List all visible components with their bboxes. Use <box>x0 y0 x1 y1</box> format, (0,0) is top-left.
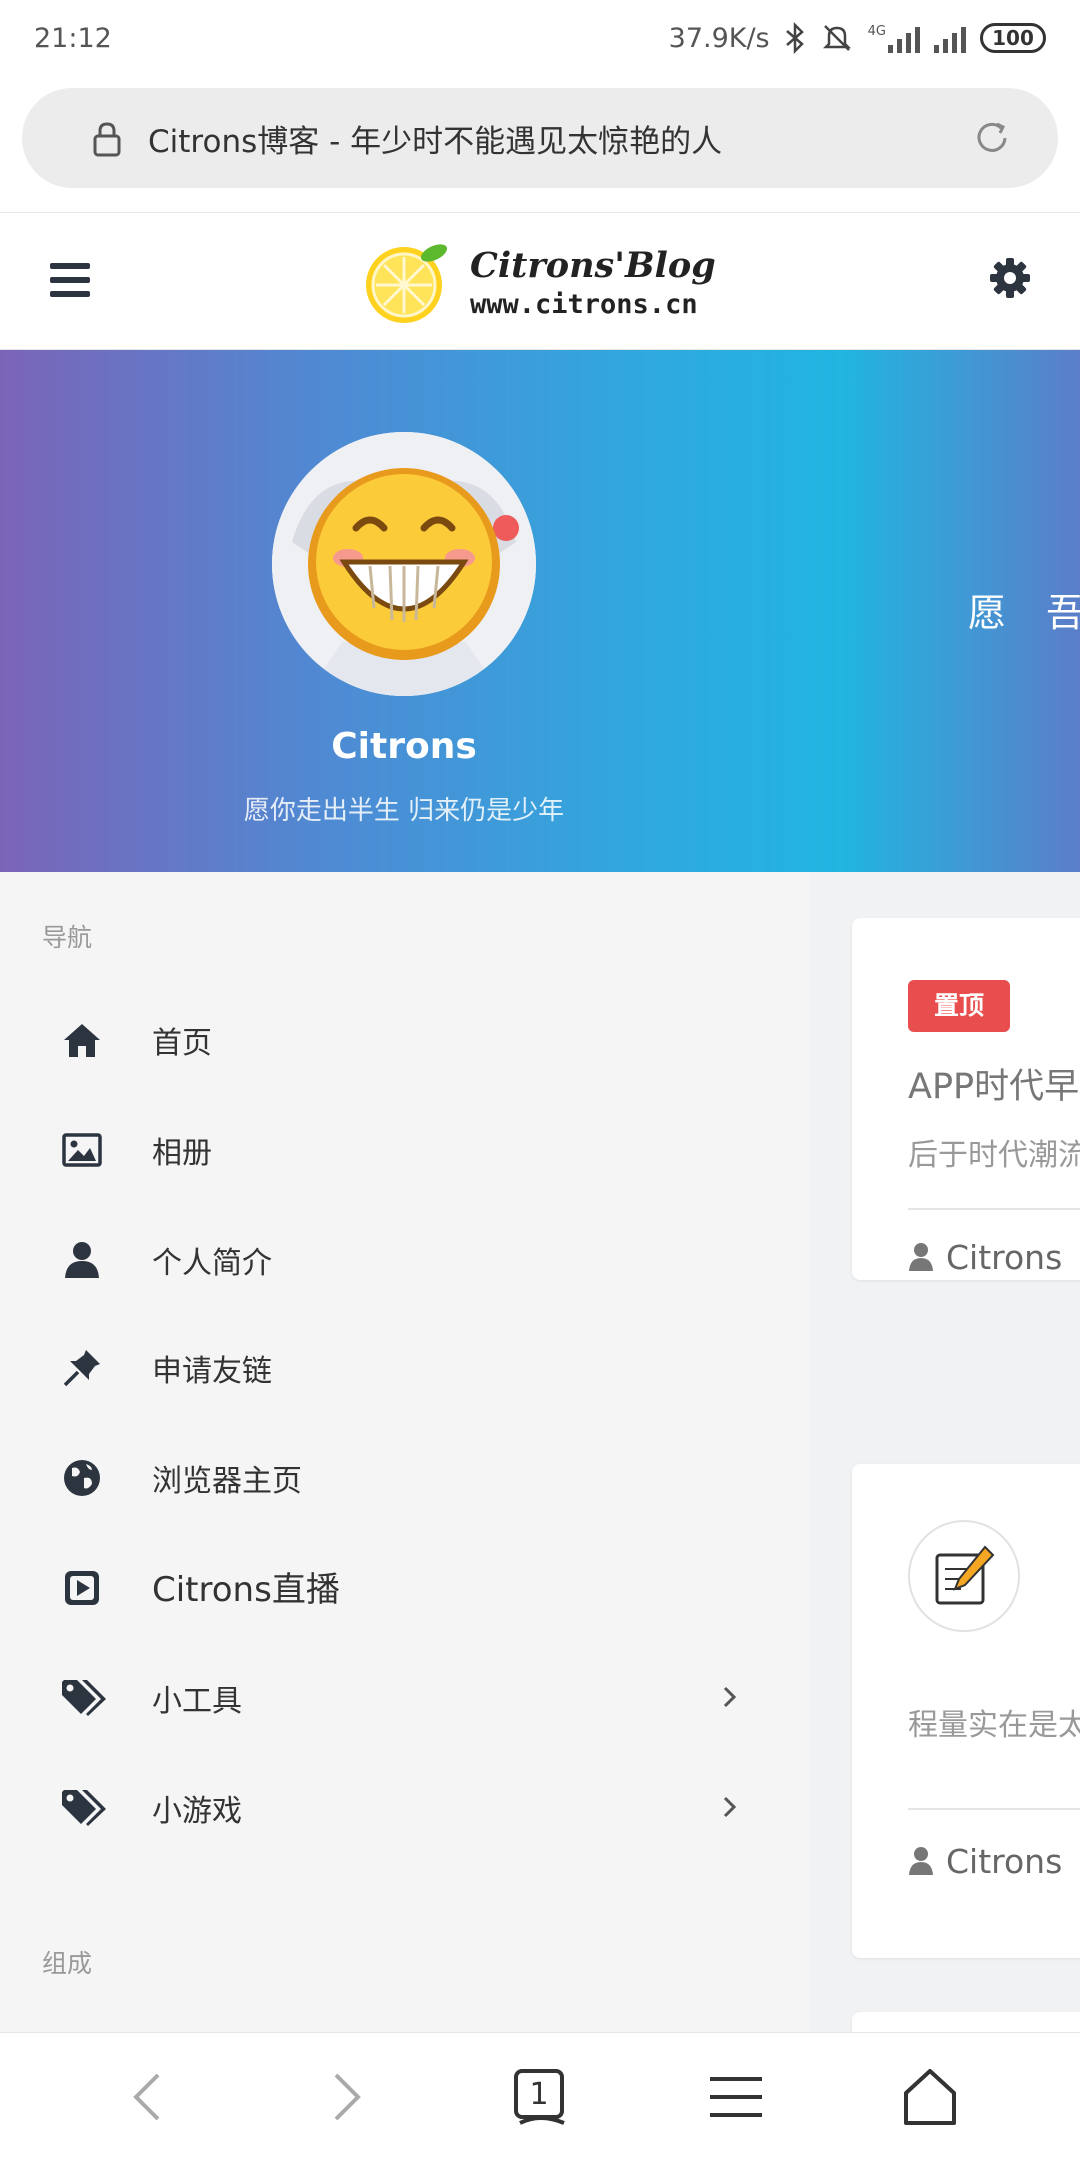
image-icon <box>62 1133 102 1167</box>
forward-icon[interactable] <box>314 2067 374 2127</box>
status-time: 21:12 <box>34 22 112 54</box>
pin-icon <box>63 1350 100 1387</box>
post-card-next[interactable] <box>852 2012 1080 2032</box>
sidebar-item-label: Citrons直播 <box>152 1570 340 1610</box>
nav-section-title: 导航 <box>42 923 93 952</box>
author-name: Citrons <box>946 1238 1063 1277</box>
sidebar-item-album[interactable]: 相册 <box>0 1094 810 1204</box>
sidebar: 导航 首页 相册 个人简介 申请友链 浏览器主页 Citrons直播 小工具 小… <box>0 872 810 2032</box>
url-bar[interactable]: Citrons博客 - 年少时不能遇见太惊艳的人 <box>22 88 1058 188</box>
gear-icon[interactable] <box>988 256 1032 300</box>
card-divider <box>908 1208 1080 1210</box>
post-excerpt: 后于时代潮流 <box>908 1138 1080 1173</box>
profile-name: Citrons <box>331 726 477 767</box>
post-card[interactable]: 程量实在是太 Citrons <box>852 1464 1080 1958</box>
sidebar-item-label: 浏览器主页 <box>152 1464 302 1499</box>
user-icon <box>65 1242 99 1278</box>
edit-icon <box>935 1545 995 1605</box>
chevron-right-icon <box>723 1796 737 1818</box>
logo-name: Citrons'Blog <box>470 245 716 286</box>
site-logo[interactable]: Citrons'Blog www.citrons.cn <box>362 237 716 327</box>
battery-icon: 100 <box>980 23 1046 53</box>
sidebar-item-label: 小游戏 <box>152 1794 242 1829</box>
reload-icon[interactable] <box>972 118 1012 158</box>
sidebar-item-label: 申请友链 <box>152 1354 272 1389</box>
lemon-icon <box>366 244 448 323</box>
back-icon[interactable] <box>120 2067 180 2127</box>
user-icon <box>909 1243 933 1271</box>
post-author[interactable]: Citrons <box>908 1238 1062 1277</box>
chevron-right-icon <box>723 1686 737 1708</box>
tags-icon <box>62 1680 106 1716</box>
user-icon <box>909 1847 933 1875</box>
play-icon <box>65 1571 99 1605</box>
profile-motto: 愿你走出半生 归来仍是少年 <box>243 796 565 826</box>
menu-icon[interactable] <box>50 263 90 297</box>
bluetooth-icon <box>785 22 804 54</box>
site-header: Citrons'Blog www.citrons.cn <box>0 212 1080 350</box>
tab-count: 1 <box>529 2077 549 2112</box>
network-type-label: 4G <box>867 24 886 39</box>
sidebar-item-profile[interactable]: 个人简介 <box>0 1204 810 1314</box>
sidebar-item-label: 小工具 <box>152 1684 242 1719</box>
sidebar-item-label: 个人简介 <box>152 1246 272 1281</box>
lock-icon <box>93 122 121 157</box>
page-title[interactable]: Citrons博客 - 年少时不能遇见太惊艳的人 <box>148 116 972 161</box>
logo-url: www.citrons.cn <box>470 289 698 320</box>
mute-icon <box>822 25 851 51</box>
sidebar-item-games[interactable]: 小游戏 <box>0 1752 810 1862</box>
tabs-button[interactable]: 1 <box>510 2067 570 2127</box>
browser-bottom-bar: 1 <box>0 2032 1080 2160</box>
smiley-avatar-icon <box>272 432 536 696</box>
sidebar-item-home[interactable]: 首页 <box>0 984 810 1094</box>
status-bar: 21:12 37.9K/s 4G 100 <box>0 0 1080 76</box>
tags-icon <box>62 1790 106 1826</box>
compose-section-title: 组成 <box>42 1949 93 1978</box>
author-name: Citrons <box>946 1842 1063 1881</box>
sidebar-item-browser-home[interactable]: 浏览器主页 <box>0 1422 810 1532</box>
sidebar-item-live[interactable]: Citrons直播 <box>0 1532 810 1642</box>
avatar[interactable] <box>272 432 536 696</box>
post-title[interactable]: APP时代早 <box>908 1058 1079 1109</box>
globe-icon <box>64 1460 100 1496</box>
signal-icon <box>888 23 920 53</box>
card-divider <box>908 1808 1080 1810</box>
sidebar-item-label: 相册 <box>152 1136 212 1171</box>
sidebar-item-label: 首页 <box>152 1026 212 1061</box>
signal-4g: 4G <box>868 23 920 53</box>
profile-banner: Citrons 愿你走出半生 归来仍是少年 愿 吾 − <box>0 350 1080 872</box>
post-excerpt: 程量实在是太 <box>908 1708 1080 1743</box>
network-speed: 37.9K/s <box>668 22 770 54</box>
home-icon <box>64 1024 100 1057</box>
sidebar-item-tools[interactable]: 小工具 <box>0 1642 810 1752</box>
status-indicators: 37.9K/s 4G 100 <box>669 22 1046 54</box>
banner-slogan: 愿 吾 − <box>968 591 1080 635</box>
browser-url-area: Citrons博客 - 年少时不能遇见太惊艳的人 <box>0 76 1080 212</box>
menu-lines-icon[interactable] <box>706 2067 766 2127</box>
pinned-badge: 置顶 <box>908 980 1010 1032</box>
sidebar-item-friend-links[interactable]: 申请友链 <box>0 1312 810 1422</box>
post-author[interactable]: Citrons <box>908 1842 1062 1881</box>
signal-icon-2 <box>934 23 966 53</box>
post-thumbnail <box>908 1520 1020 1632</box>
home-nav-icon[interactable] <box>900 2067 960 2127</box>
post-card-pinned[interactable]: 置顶 APP时代早 后于时代潮流 Citrons <box>852 918 1080 1280</box>
post-list: 置顶 APP时代早 后于时代潮流 Citrons 程量实在是太 Citrons <box>810 872 1080 2032</box>
